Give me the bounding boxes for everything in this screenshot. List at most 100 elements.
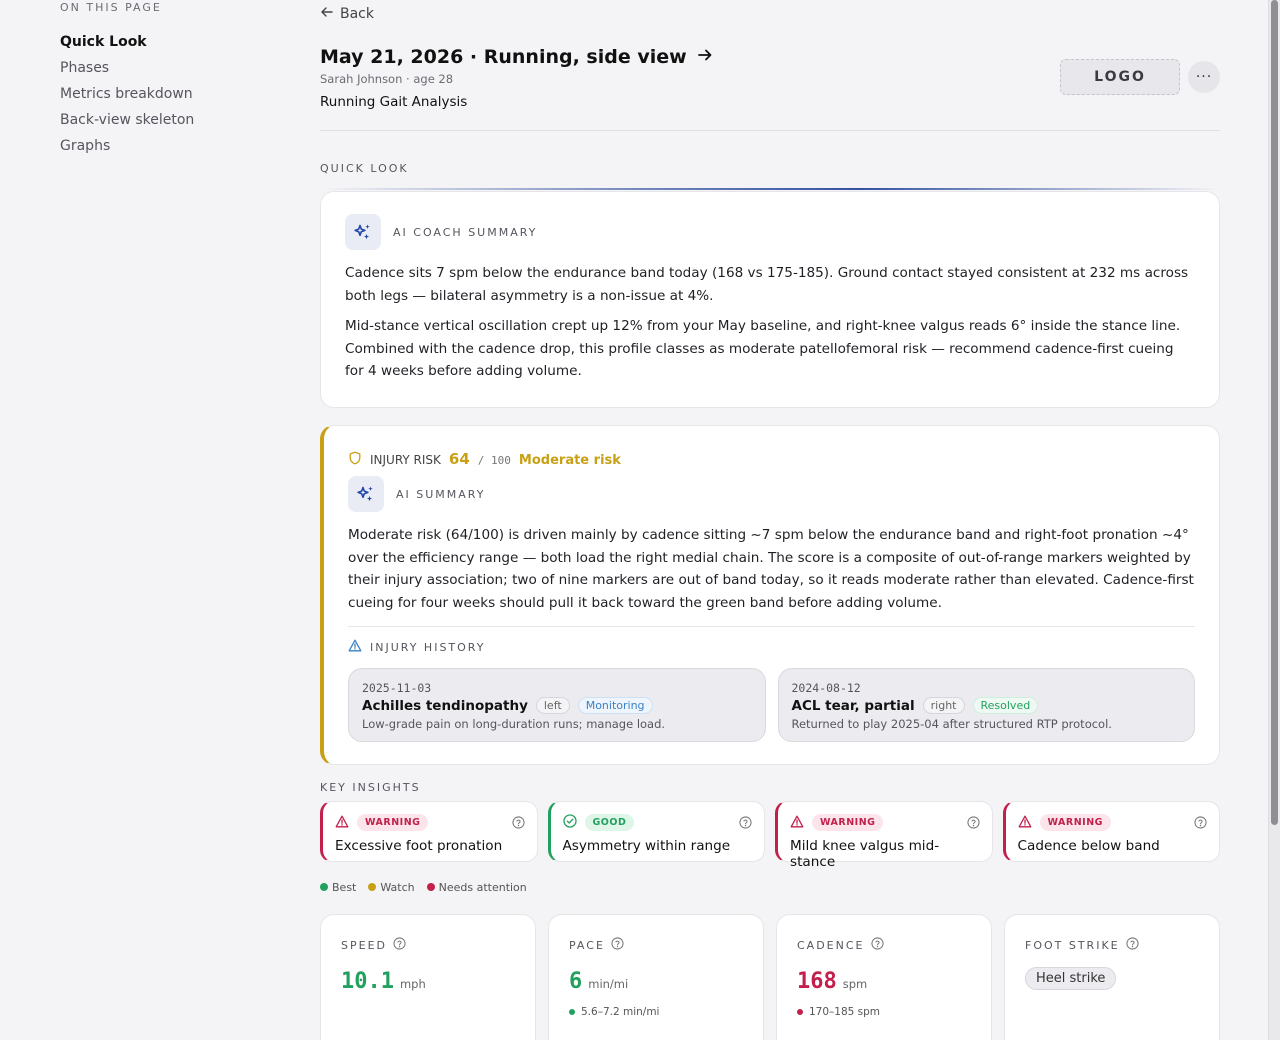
- insight-status-badge: WARNING: [1039, 814, 1111, 831]
- injury-risk-card: INJURY RISK 64 / 100 Moderate risk AI SU…: [320, 425, 1220, 765]
- toc-item-phases[interactable]: Phases: [60, 55, 280, 81]
- help-circle-icon[interactable]: [511, 814, 525, 833]
- metric-value: 10.1: [341, 969, 394, 994]
- arrow-right-icon[interactable]: [697, 47, 713, 68]
- metric-range: 170–185 spm: [809, 1006, 881, 1018]
- injury-date: 2024-08-12: [791, 681, 861, 695]
- injury-note: Low-grade pain on long-duration runs; ma…: [362, 717, 666, 731]
- metric-label: PACE: [569, 938, 605, 952]
- sparkles-icon: [345, 214, 381, 250]
- warning-triangle-icon: [335, 813, 349, 832]
- more-options-button[interactable]: ···: [1188, 61, 1220, 93]
- injury-risk-summary: Moderate risk (64/100) is driven mainly …: [348, 527, 1194, 611]
- injury-side-pill: right: [922, 697, 965, 714]
- injury-note: Returned to play 2025-04 after structure…: [791, 717, 1112, 731]
- report-name: Running Gait Analysis: [320, 94, 468, 110]
- metric-unit: spm: [842, 977, 868, 991]
- key-insights-heading: KEY INSIGHTS: [320, 781, 421, 794]
- warning-triangle-icon: [790, 813, 804, 832]
- help-circle-icon[interactable]: [739, 814, 752, 833]
- metric-card-cadence: CADENCE 168 spm 170–185 spm: [776, 914, 992, 1040]
- injury-side-pill: left: [535, 697, 570, 714]
- on-this-page-nav: ON THIS PAGE Quick Look Phases Metrics b…: [60, 0, 280, 159]
- insight-card[interactable]: WARNING Excessive foot pronation: [320, 801, 538, 862]
- injury-risk-max: / 100: [477, 454, 511, 467]
- injury-risk-label: INJURY RISK: [370, 453, 441, 467]
- warning-triangle-icon: [1018, 813, 1032, 832]
- scrollbar-thumb[interactable]: [1271, 0, 1278, 825]
- metric-unit: min/mi: [588, 977, 629, 991]
- toc-item-back-view-skeleton[interactable]: Back-view skeleton: [60, 107, 280, 133]
- toc-item-metrics-breakdown[interactable]: Metrics breakdown: [60, 81, 280, 107]
- injury-title: ACL tear, partial: [791, 697, 915, 714]
- metric-cards: SPEED 10.1 mph PACE 6 min/mi 5.6–7.2 min/m…: [320, 914, 1220, 1040]
- quick-look-accent-line: [320, 188, 1220, 190]
- insight-card[interactable]: WARNING Cadence below band: [1002, 801, 1220, 862]
- alert-triangle-icon: [348, 639, 362, 655]
- injury-date: 2025-11-03: [362, 681, 432, 695]
- back-label: Back: [340, 6, 374, 22]
- quick-look-heading: QUICK LOOK: [320, 162, 409, 175]
- insight-card[interactable]: GOOD Asymmetry within range: [547, 801, 765, 862]
- page-title-text: May 21, 2026 · Running, side view: [320, 46, 687, 68]
- status-dot: [797, 1009, 803, 1015]
- metric-value: 168: [797, 969, 837, 994]
- injury-history-item: 2025-11-03 Achilles tendinopathy left Mo…: [348, 668, 766, 742]
- metric-label: CADENCE: [797, 938, 865, 952]
- insight-title: Asymmetry within range: [562, 838, 731, 854]
- toc-heading: ON THIS PAGE: [60, 1, 162, 14]
- coach-summary-paragraph: Mid-stance vertical oscillation crept up…: [345, 318, 1181, 379]
- metric-label: FOOT STRIKE: [1025, 938, 1120, 952]
- toc-item-graphs[interactable]: Graphs: [60, 133, 280, 159]
- injury-risk-score: 64: [448, 450, 470, 468]
- status-dot: [569, 1009, 575, 1015]
- sparkles-icon: [348, 476, 384, 512]
- ai-coach-summary-label: AI COACH SUMMARY: [393, 225, 538, 239]
- injury-status-pill: Monitoring: [577, 697, 653, 714]
- logo-placeholder: LOGO: [1060, 59, 1180, 95]
- insight-status-badge: WARNING: [357, 814, 429, 831]
- check-circle-icon: [562, 813, 577, 832]
- metric-unit: mph: [399, 977, 426, 991]
- insight-status-badge: GOOD: [584, 814, 635, 831]
- help-circle-icon[interactable]: [1194, 814, 1207, 833]
- help-circle-icon[interactable]: [870, 937, 884, 953]
- metric-range: 5.6–7.2 min/mi: [581, 1006, 660, 1018]
- metric-card-foot-strike: FOOT STRIKE Heel strike: [1004, 914, 1220, 1040]
- metric-card-speed: SPEED 10.1 mph: [320, 914, 536, 1040]
- ai-coach-summary-card: AI COACH SUMMARY Cadence sits 7 spm belo…: [320, 191, 1220, 408]
- back-link[interactable]: Back: [320, 5, 374, 23]
- metric-value: 6: [569, 969, 583, 994]
- scrollbar-track[interactable]: [1268, 0, 1280, 1040]
- header-divider: [320, 130, 1220, 131]
- injury-history-item: 2024-08-12 ACL tear, partial right Resol…: [777, 668, 1195, 742]
- legend-item-best: Best: [320, 881, 356, 894]
- insight-title: Excessive foot pronation: [335, 838, 503, 854]
- legend-item-watch: Watch: [368, 881, 415, 894]
- injury-risk-level: Moderate risk: [518, 453, 621, 468]
- help-circle-icon[interactable]: [393, 937, 406, 953]
- injury-history-label: INJURY HISTORY: [370, 640, 486, 654]
- injury-title: Achilles tendinopathy: [362, 697, 528, 714]
- metric-label: SPEED: [341, 938, 387, 952]
- insight-status-badge: WARNING: [812, 814, 884, 831]
- ai-summary-label: AI SUMMARY: [396, 487, 486, 501]
- key-insights-list: WARNING Excessive foot pronation GOOD As…: [320, 801, 1220, 870]
- coach-summary-paragraph: Cadence sits 7 spm below the endurance b…: [345, 265, 1189, 304]
- foot-strike-chip: Heel strike: [1025, 967, 1117, 990]
- insight-title: Mild knee valgus mid-stance: [790, 838, 940, 870]
- help-circle-icon[interactable]: [611, 937, 624, 953]
- toc-item-quick-look[interactable]: Quick Look: [60, 29, 280, 55]
- injury-status-pill: Resolved: [972, 697, 1039, 714]
- legend-item-needs-attention: Needs attention: [426, 881, 527, 894]
- divider: [348, 626, 1195, 627]
- page-title: May 21, 2026 · Running, side view: [320, 46, 713, 68]
- help-circle-icon[interactable]: [966, 814, 980, 833]
- more-horizontal-icon: ···: [1195, 69, 1213, 85]
- metric-card-pace: PACE 6 min/mi 5.6–7.2 min/mi: [548, 914, 764, 1040]
- insight-title: Cadence below band: [1017, 838, 1160, 854]
- help-circle-icon[interactable]: [1126, 937, 1139, 953]
- shield-icon: [348, 451, 362, 468]
- insight-card[interactable]: WARNING Mild knee valgus mid-stance: [775, 801, 993, 870]
- status-legend: Best Watch Needs attention: [320, 881, 527, 894]
